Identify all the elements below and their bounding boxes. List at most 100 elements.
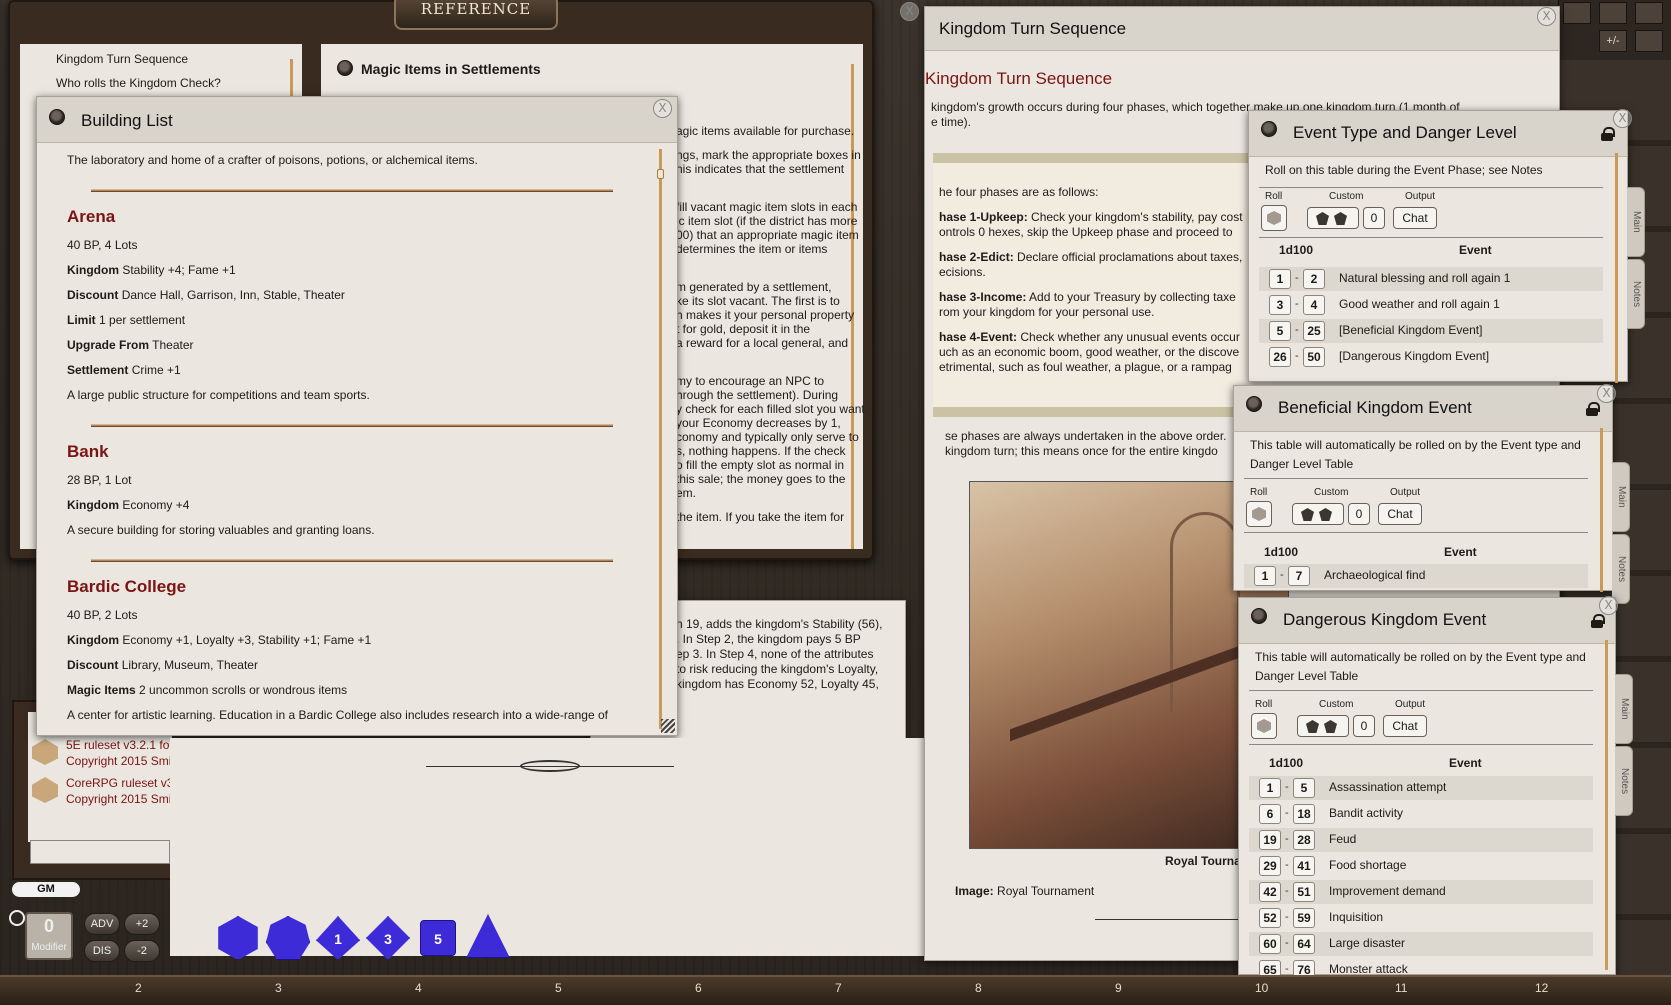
event-result[interactable]: Food shortage	[1329, 858, 1406, 872]
range-from[interactable]: 5	[1269, 321, 1291, 341]
range-from[interactable]: 6	[1259, 804, 1281, 824]
hotbar-slot-number[interactable]: 11	[1395, 981, 1407, 995]
range-to[interactable]: 18	[1293, 804, 1315, 824]
roll-button[interactable]	[1251, 713, 1277, 739]
close-icon[interactable]: X	[1599, 596, 1618, 615]
pin-icon[interactable]	[1635, 30, 1663, 52]
link-icon[interactable]	[49, 109, 65, 125]
range-from[interactable]: 1	[1269, 269, 1291, 289]
window-scrollbar[interactable]	[657, 149, 664, 729]
range-to[interactable]: 25	[1303, 321, 1325, 341]
lock-icon[interactable]	[1586, 402, 1600, 416]
custom-dice-field[interactable]	[1297, 715, 1349, 737]
hotbar-slot-number[interactable]: 4	[415, 981, 422, 995]
hotbar-slot-number[interactable]: 8	[975, 981, 982, 995]
tab-notes[interactable]: Notes	[1615, 746, 1633, 816]
range-to[interactable]: 51	[1293, 882, 1315, 902]
modifier-box[interactable]: 0 Modifier	[25, 912, 73, 960]
window-scrollbar[interactable]	[1615, 153, 1618, 383]
output-chat-button[interactable]: Chat	[1383, 715, 1427, 737]
hotbar-slot-number[interactable]: 3	[275, 981, 282, 995]
range-to[interactable]: 64	[1293, 934, 1315, 954]
plus2-button[interactable]: +2	[124, 913, 160, 935]
event-result[interactable]: Good weather and roll again 1	[1339, 297, 1500, 311]
range-to[interactable]: 5	[1293, 778, 1315, 798]
settings-icon[interactable]	[9, 910, 25, 926]
tool-button[interactable]	[1635, 2, 1663, 24]
range-to[interactable]: 28	[1293, 830, 1315, 850]
event-result[interactable]: Archaeological find	[1324, 568, 1425, 582]
range-from[interactable]: 1	[1259, 778, 1281, 798]
link-icon[interactable]	[1251, 608, 1267, 624]
range-from[interactable]: 29	[1259, 856, 1281, 876]
custom-mod-field[interactable]: 0	[1348, 503, 1370, 525]
roll-button[interactable]	[1246, 501, 1272, 527]
hotbar-slot-number[interactable]: 7	[835, 981, 842, 995]
range-to[interactable]: 41	[1293, 856, 1315, 876]
range-to[interactable]: 50	[1303, 347, 1325, 367]
roll-button[interactable]	[1261, 205, 1287, 231]
lock-icon[interactable]	[1591, 614, 1605, 628]
event-result[interactable]: Bandit activity	[1329, 806, 1403, 820]
d6-die[interactable]: 5	[420, 920, 456, 956]
lock-icon[interactable]	[1601, 127, 1615, 141]
hotbar-slot-number[interactable]: 9	[1115, 981, 1122, 995]
close-icon[interactable]: X	[1537, 7, 1556, 26]
hotbar-slot-number[interactable]: 12	[1535, 981, 1548, 995]
event-result[interactable]: [Dangerous Kingdom Event]	[1339, 349, 1489, 363]
custom-dice-field[interactable]	[1307, 207, 1359, 229]
tab-notes[interactable]: Notes	[1627, 259, 1645, 329]
close-icon[interactable]: X	[900, 2, 919, 21]
range-from[interactable]: 19	[1259, 830, 1281, 850]
event-result[interactable]: Inquisition	[1329, 910, 1383, 924]
custom-mod-field[interactable]: 0	[1363, 207, 1385, 229]
event-result[interactable]: [Beneficial Kingdom Event]	[1339, 323, 1482, 337]
range-to[interactable]: 59	[1293, 908, 1315, 928]
event-result[interactable]: Monster attack	[1329, 962, 1408, 976]
link-icon[interactable]	[1246, 396, 1262, 412]
resize-handle[interactable]	[661, 719, 675, 733]
close-icon[interactable]: X	[1597, 384, 1616, 403]
event-result[interactable]: Natural blessing and roll again 1	[1339, 271, 1510, 285]
event-result[interactable]: Large disaster	[1329, 936, 1405, 950]
range-from[interactable]: 3	[1269, 295, 1291, 315]
minus2-button[interactable]: -2	[124, 940, 160, 962]
chat-input[interactable]	[30, 840, 170, 864]
range-from[interactable]: 42	[1259, 882, 1281, 902]
range-from[interactable]: 52	[1259, 908, 1281, 928]
dis-button[interactable]: DIS	[84, 940, 120, 962]
output-chat-button[interactable]: Chat	[1378, 503, 1422, 525]
window-scrollbar[interactable]	[1600, 428, 1603, 592]
hotbar-slot-number[interactable]: 6	[695, 981, 702, 995]
tab-main[interactable]: Main	[1612, 462, 1630, 532]
range-from[interactable]: 26	[1269, 347, 1291, 367]
range-to[interactable]: 7	[1288, 566, 1310, 586]
event-result[interactable]: Feud	[1329, 832, 1356, 846]
event-result[interactable]: Assassination attempt	[1329, 780, 1446, 794]
range-from[interactable]: 60	[1259, 934, 1281, 954]
tool-button[interactable]	[1563, 2, 1591, 24]
tab-main[interactable]: Main	[1627, 187, 1645, 257]
custom-mod-field[interactable]: 0	[1353, 715, 1375, 737]
range-to[interactable]: 2	[1303, 269, 1325, 289]
index-item[interactable]: Who rolls the Kingdom Check?	[56, 76, 221, 90]
hotbar-slot-number[interactable]: 2	[135, 981, 142, 995]
output-chat-button[interactable]: Chat	[1393, 207, 1437, 229]
plus-minus-button[interactable]: +/-	[1599, 30, 1627, 52]
hotbar-slot-number[interactable]: 10	[1255, 981, 1268, 995]
hotbar-slot-number[interactable]: 5	[555, 981, 562, 995]
tool-button[interactable]	[1599, 2, 1627, 24]
close-icon[interactable]: X	[1613, 109, 1632, 128]
link-icon[interactable]	[1261, 121, 1277, 137]
link-icon[interactable]	[337, 60, 353, 76]
tab-main[interactable]: Main	[1615, 674, 1633, 744]
event-result[interactable]: Improvement demand	[1329, 884, 1446, 898]
close-icon[interactable]: X	[653, 99, 672, 118]
custom-dice-field[interactable]	[1292, 503, 1344, 525]
range-to[interactable]: 4	[1303, 295, 1325, 315]
index-item[interactable]: Kingdom Turn Sequence	[56, 52, 188, 66]
range-from[interactable]: 1	[1254, 566, 1276, 586]
tab-notes[interactable]: Notes	[1612, 534, 1630, 604]
adv-button[interactable]: ADV	[84, 913, 120, 935]
image-link[interactable]: Image: Royal Tournament	[955, 884, 1094, 898]
